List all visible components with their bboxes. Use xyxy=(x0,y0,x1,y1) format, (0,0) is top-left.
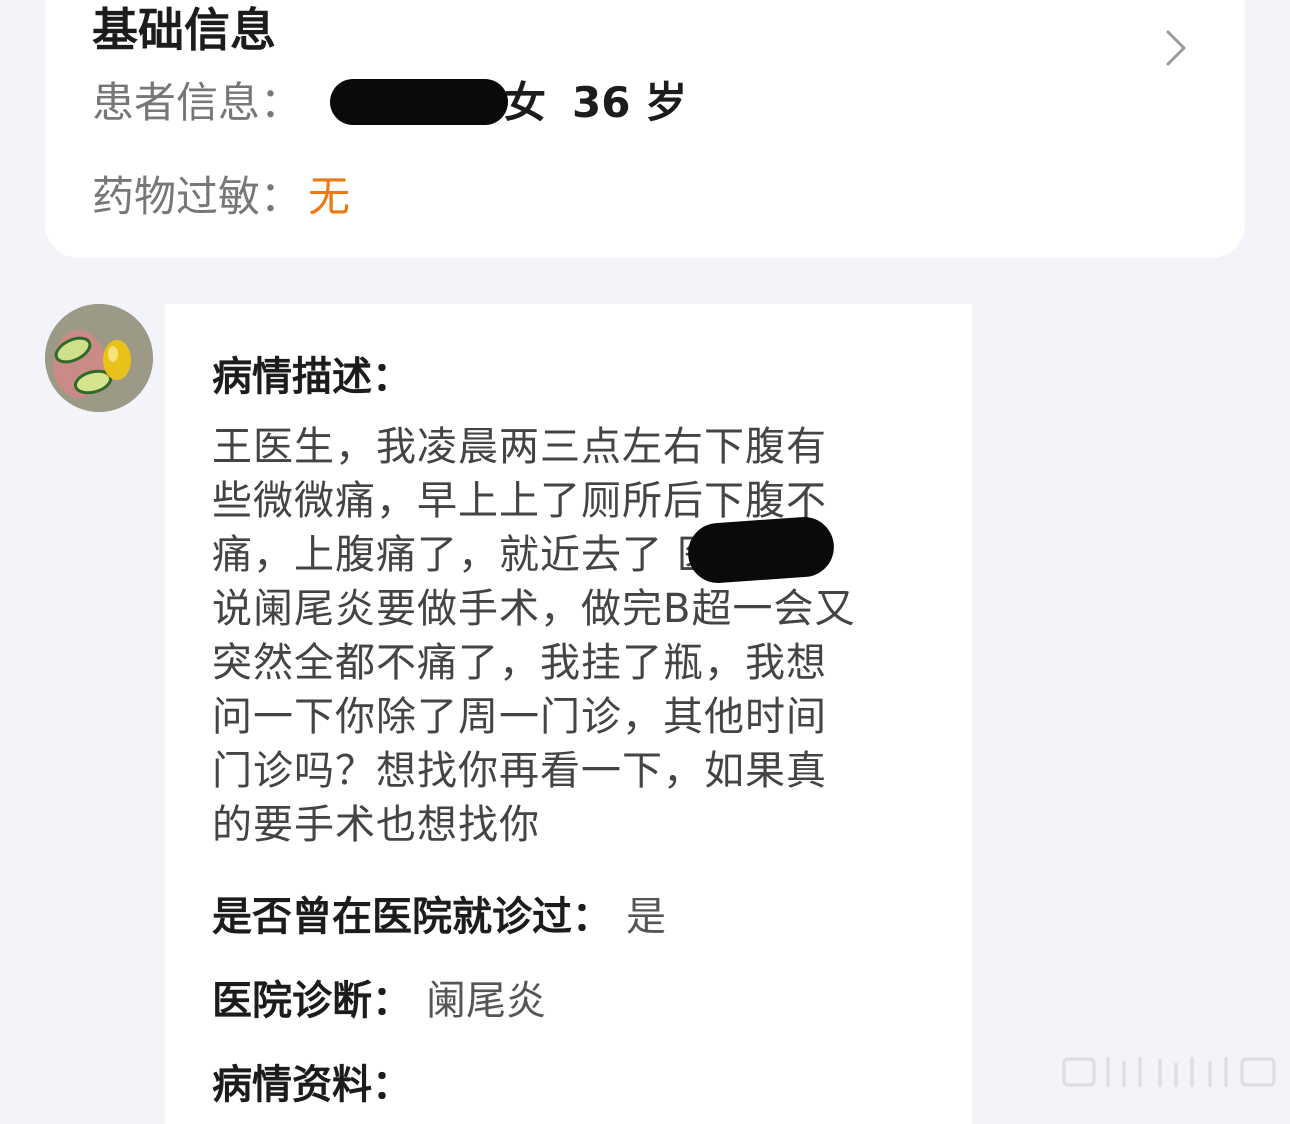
patient-info-row: 患者信息： 女 36 岁 xyxy=(92,78,687,129)
diagnosis-value: 阑尾炎 xyxy=(426,978,546,1024)
watermark-logo xyxy=(1062,1057,1276,1087)
description-text: 王医生，我凌晨两三点左右下腹有 些微微痛，早上上了厕所后下腹不 痛，上腹痛了，就… xyxy=(212,424,856,848)
redacted-hospital-name xyxy=(686,514,836,586)
patient-age: 36 岁 xyxy=(572,78,688,127)
allergy-value: 无 xyxy=(308,172,351,221)
allergy-row: 药物过敏：无 xyxy=(92,172,350,222)
redacted-name xyxy=(330,78,509,125)
section-title: 基础信息 xyxy=(92,3,276,57)
materials-label: 病情资料： xyxy=(212,1062,412,1108)
patient-gender: 女 xyxy=(504,78,547,127)
description-label: 病情描述： xyxy=(212,354,412,400)
diagnosis-row: 医院诊断： 阑尾炎 xyxy=(212,976,546,1026)
visited-row: 是否曾在医院就诊过： 是 xyxy=(212,892,666,942)
visited-label: 是否曾在医院就诊过： xyxy=(212,894,612,940)
chevron-right-icon[interactable] xyxy=(1158,28,1194,68)
fruit-avatar-image xyxy=(45,304,153,412)
patient-info-label: 患者信息： xyxy=(92,78,303,127)
diagnosis-label: 医院诊断： xyxy=(212,978,412,1024)
avatar[interactable] xyxy=(45,304,153,412)
allergy-label: 药物过敏： xyxy=(92,172,303,221)
visited-value: 是 xyxy=(626,894,666,940)
